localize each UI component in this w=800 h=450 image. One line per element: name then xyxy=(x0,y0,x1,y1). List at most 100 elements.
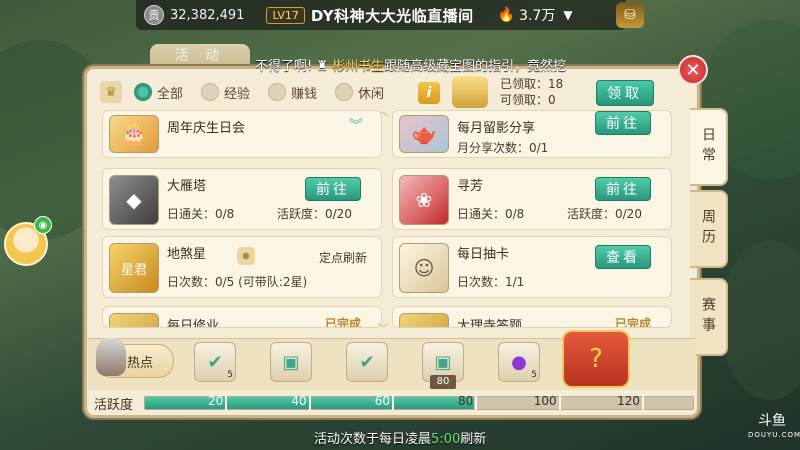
filter-radio-all[interactable] xyxy=(134,83,152,101)
activity-card[interactable]: 🎂 周年庆生日会 ︾ xyxy=(102,110,382,158)
claim-stats: 已领取：18 可领取：0 xyxy=(500,76,563,108)
tab-weekly[interactable]: 周历 xyxy=(690,190,728,268)
activity-name: 大雁塔 xyxy=(167,179,207,194)
filter-label-leisure[interactable]: 休闲 xyxy=(358,83,384,102)
tab-label: 周历 xyxy=(700,209,716,249)
filter-radio-money[interactable] xyxy=(268,83,287,101)
bag-icon: ♜ xyxy=(316,59,329,74)
activity-tick-mark xyxy=(308,396,311,410)
reward-threshold: 80 xyxy=(430,375,456,389)
footer-time: 5:00 xyxy=(431,432,461,447)
stream-title: DY科神大大光临直播间 xyxy=(310,6,474,25)
card-portrait-icon: ☺ xyxy=(399,243,449,293)
filter-radio-leisure[interactable] xyxy=(335,83,354,101)
watermark-text: 斗鱼 xyxy=(758,413,786,429)
box-icon: ▣ xyxy=(434,351,452,373)
panel-title: 活 动 xyxy=(150,44,250,68)
activity-progress: 日次数：1/1 xyxy=(457,275,525,289)
completed-badge: 已完成 xyxy=(614,317,651,328)
scroll-icon xyxy=(109,313,159,327)
claimed-count: 已领取：18 xyxy=(500,77,564,91)
info-icon[interactable]: i xyxy=(418,82,440,104)
go-button[interactable]: 前往 xyxy=(595,177,651,201)
trophy-icon: ♛ xyxy=(100,81,122,103)
activity-tick-label: 80 xyxy=(458,394,474,408)
cake-icon: 🎂 xyxy=(109,115,159,153)
filter-label-all[interactable]: 全部 xyxy=(157,83,183,102)
activity-progress: 日通关：0/8 xyxy=(167,207,235,221)
hot-label-text: 热点 xyxy=(127,355,154,371)
activity-activeness: 活跃度：0/20 xyxy=(277,207,352,221)
coin-count: 32,382,491 xyxy=(170,7,245,23)
level-badge: LV17 xyxy=(266,6,305,24)
activity-name: 每日抽卡 xyxy=(457,247,510,262)
reward-item-2[interactable]: ▣ xyxy=(270,342,312,382)
filter-label-exp[interactable]: 经验 xyxy=(224,83,250,102)
treasure-icon[interactable]: ⛁ xyxy=(616,2,644,28)
viewer-count: 3.7万 xyxy=(519,8,556,24)
footer-after: 刷新 xyxy=(460,432,487,447)
activity-name: 每日修业 xyxy=(167,319,220,328)
activity-tick-mark xyxy=(558,396,561,410)
activity-card[interactable]: ☺ 每日抽卡 日次数：1/1 查看 xyxy=(392,236,672,298)
completed-badge: 已完成 xyxy=(324,317,361,328)
marquee-player-name: 彬州书生 xyxy=(332,59,385,74)
close-button[interactable]: ✕ xyxy=(678,55,708,85)
stream-top-bar: 贡 32,382,491 LV17 DY科神大大光临直播间 🔥 3.7万 ▼ xyxy=(136,0,626,30)
big-treasure-chest-icon[interactable]: ? xyxy=(562,330,630,388)
watermark-subtext: DOUYU.COM xyxy=(748,431,800,439)
star-lord-icon: 星君 xyxy=(109,243,159,293)
claim-button[interactable]: 领取 xyxy=(596,80,654,106)
orb-icon: ● xyxy=(511,351,527,373)
pagoda-rock-icon: ◆ xyxy=(109,175,159,225)
stamina-icon: ✔ xyxy=(207,351,223,373)
filter-label-money[interactable]: 赚钱 xyxy=(291,83,317,102)
gear-icon: ✹ xyxy=(237,247,255,265)
activity-progress: 日通关：0/8 xyxy=(457,207,525,221)
douyu-watermark-logo: 斗鱼 DOUYU.COM xyxy=(748,413,800,442)
activity-tick-mark xyxy=(225,396,228,410)
activity-bar-label: 活跃度 xyxy=(94,398,134,413)
footer-before: 活动次数于每日凌晨 xyxy=(314,432,432,447)
scroll-down-icon[interactable]: ﹀ xyxy=(374,323,392,335)
activity-card[interactable]: 大理寺答题 已完成 xyxy=(392,306,672,328)
box-icon: ▣ xyxy=(282,351,300,373)
tab-label: 日常 xyxy=(700,127,716,167)
reward-chest-icon xyxy=(452,76,488,108)
activity-tick-label: 60 xyxy=(374,394,390,408)
view-button[interactable]: 查看 xyxy=(595,245,651,269)
tab-label: 赛事 xyxy=(700,297,716,337)
filter-radio-exp[interactable] xyxy=(201,83,220,101)
activity-card[interactable]: 星君 地煞星 ✹ 定点刷新 日次数：0/5 (可带队:2星) xyxy=(102,236,382,298)
activity-tick-label: 40 xyxy=(291,394,307,408)
go-button[interactable]: 前往 xyxy=(305,177,361,201)
activity-name: 每月留影分享 xyxy=(457,121,536,136)
activity-tick-mark xyxy=(475,396,478,410)
bell-icon xyxy=(399,313,449,327)
background-roof xyxy=(720,240,800,400)
activity-tick-label: 20 xyxy=(208,394,224,408)
activity-card[interactable]: ◆ 大雁塔 日通关：0/8 活跃度：0/20 前往 xyxy=(102,168,382,230)
activity-card[interactable]: 每日修业 已完成 xyxy=(102,306,382,328)
tab-daily[interactable]: 日常 xyxy=(690,108,728,186)
reward-item-5[interactable]: ● 5 xyxy=(498,342,540,382)
chevron-down-icon[interactable]: ︾ xyxy=(349,115,363,135)
fire-icon: 🔥 xyxy=(497,7,516,23)
mascot-icon xyxy=(96,338,126,376)
coin-icon: 贡 xyxy=(144,5,164,25)
activity-card[interactable]: 🫖 每月留影分享 月分享次数：0/1 前往 xyxy=(392,110,672,158)
reward-item-1[interactable]: ✔ 5 xyxy=(194,342,236,382)
go-button[interactable]: 前往 xyxy=(595,111,651,135)
activity-name: 周年庆生日会 xyxy=(167,121,246,136)
dropdown-arrow-icon[interactable]: ▼ xyxy=(563,8,572,22)
activity-activeness: 活跃度：0/20 xyxy=(567,207,642,221)
filter-row: ♛ 全部 经验 赚钱 休闲 xyxy=(100,78,402,106)
reward-item-3[interactable]: ✔ xyxy=(346,342,388,382)
activity-name: 寻芳 xyxy=(457,179,484,194)
activity-progress: 日次数：0/5 (可带队:2星) xyxy=(167,275,308,289)
activity-name: 地煞星 xyxy=(167,247,207,262)
activity-card[interactable]: ❀ 寻芳 日通关：0/8 活跃度：0/20 前往 xyxy=(392,168,672,230)
reward-count: 5 xyxy=(227,370,233,380)
stamina-icon: ✔ xyxy=(359,351,375,373)
claimable-count: 可领取：0 xyxy=(500,93,556,107)
